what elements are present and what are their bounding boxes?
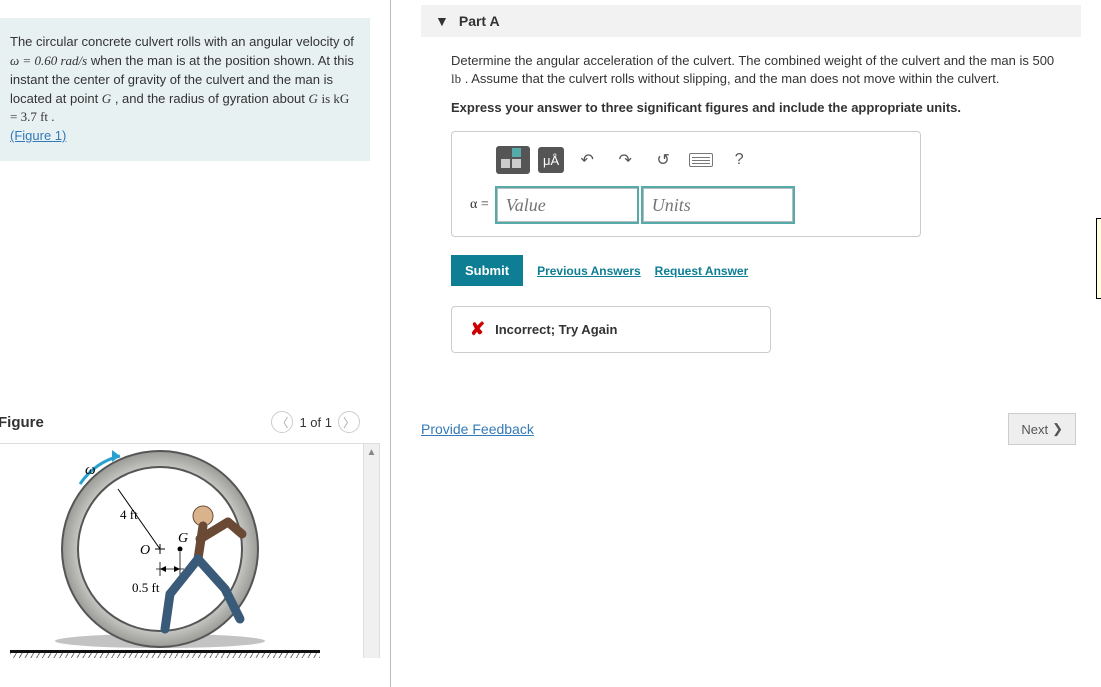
- prev-figure-button[interactable]: 〈: [271, 411, 293, 433]
- omega-value: ω = 0.60 rad/s: [10, 53, 87, 68]
- instruction-line-1: Determine the angular acceleration of th…: [451, 52, 1061, 88]
- figure-title: Figure: [0, 414, 44, 431]
- next-figure-button[interactable]: 〉: [338, 411, 360, 433]
- part-header[interactable]: ▼ Part A: [421, 5, 1081, 37]
- submit-button[interactable]: Submit: [451, 255, 523, 286]
- redo-button[interactable]: ↷: [610, 147, 640, 173]
- units-tooltip: Units input for part A: [1096, 218, 1101, 299]
- incorrect-icon: ✘: [470, 319, 485, 340]
- templates-button[interactable]: [496, 146, 530, 174]
- point-g-2: G: [309, 91, 318, 106]
- special-chars-button[interactable]: μÅ: [538, 147, 564, 173]
- previous-answers-link[interactable]: Previous Answers: [537, 264, 641, 278]
- figure-diagram: ω 4 ft O G 0.5 ft: [0, 444, 350, 654]
- pager-text: 1 of 1: [299, 415, 332, 430]
- request-answer-link[interactable]: Request Answer: [655, 264, 749, 278]
- g-label: G: [178, 531, 188, 546]
- feedback-text: Incorrect; Try Again: [495, 322, 617, 337]
- units-input[interactable]: [643, 188, 793, 222]
- o-label: O: [140, 543, 150, 558]
- provide-feedback-link[interactable]: Provide Feedback: [421, 421, 534, 437]
- alpha-label: α =: [466, 188, 497, 222]
- keyboard-button[interactable]: [686, 147, 716, 173]
- figure-link[interactable]: (Figure 1): [10, 128, 66, 143]
- next-button[interactable]: Next ❯: [1008, 413, 1076, 445]
- figure-scrollbar[interactable]: ▲: [363, 444, 379, 658]
- point-g: G: [102, 91, 111, 106]
- value-input[interactable]: [497, 188, 637, 222]
- problem-text: The circular concrete culvert rolls with…: [10, 34, 354, 49]
- next-label: Next: [1021, 422, 1048, 437]
- collapse-icon: ▼: [435, 13, 449, 29]
- part-label: Part A: [459, 13, 500, 29]
- undo-button[interactable]: ↶: [572, 147, 602, 173]
- answer-box: μÅ ↶ ↷ ↺ ? α =: [451, 131, 921, 237]
- keyboard-icon: [689, 153, 713, 167]
- omega-label: ω: [85, 462, 96, 478]
- problem-text-3: , and the radius of gyration about: [115, 91, 309, 106]
- help-button[interactable]: ?: [724, 147, 754, 173]
- figure-panel: ω 4 ft O G 0.5 ft: [0, 443, 380, 658]
- offset-label: 0.5 ft: [132, 580, 160, 595]
- scroll-up-icon[interactable]: ▲: [364, 444, 379, 460]
- radius-label: 4 ft: [120, 507, 138, 522]
- feedback-message: ✘ Incorrect; Try Again: [451, 306, 771, 353]
- chevron-right-icon: ❯: [1052, 421, 1063, 437]
- figure-pager: 〈 1 of 1 〉: [271, 411, 360, 433]
- instruction-line-2: Express your answer to three significant…: [451, 100, 1061, 115]
- reset-button[interactable]: ↺: [648, 147, 678, 173]
- problem-statement: The circular concrete culvert rolls with…: [0, 18, 370, 161]
